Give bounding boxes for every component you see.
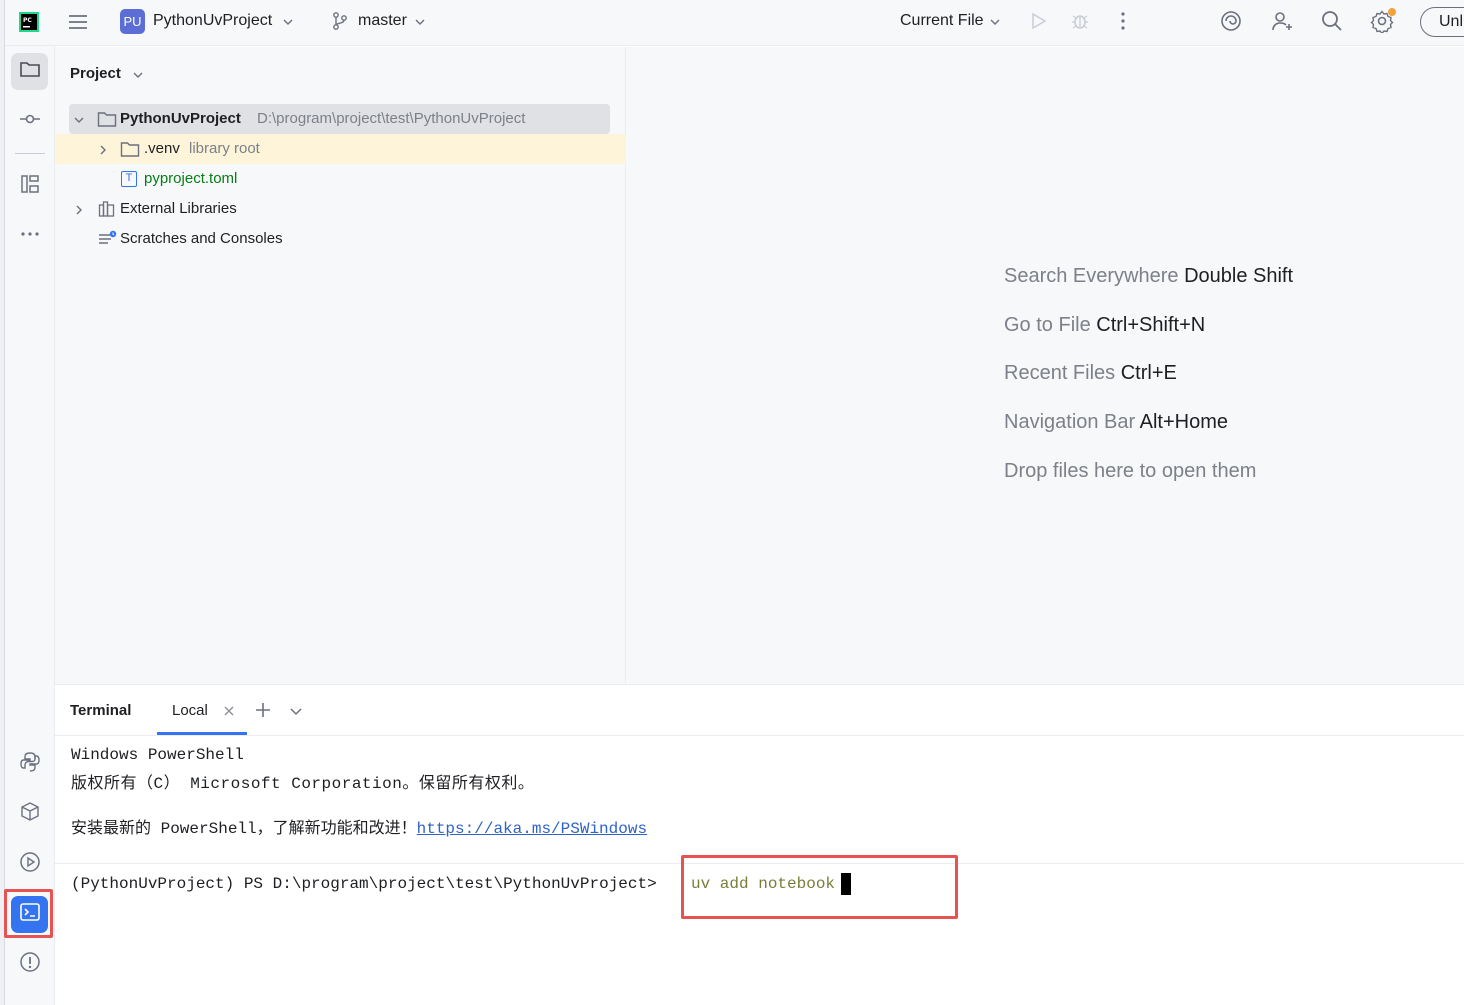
- project-badge: PU: [120, 9, 145, 34]
- close-tab-icon[interactable]: [223, 704, 235, 722]
- run-icon[interactable]: [1028, 11, 1048, 36]
- tree-item-project-root[interactable]: PythonUvProject D:\program\project\test\…: [55, 104, 626, 134]
- run-configuration-dropdown[interactable]: Current File: [900, 12, 984, 30]
- structure-icon: [19, 173, 41, 200]
- scratches-label: Scratches and Consoles: [120, 230, 283, 247]
- top-toolbar: PC PU PythonUvProject master Current Fil…: [0, 0, 1464, 46]
- terminal-line: 安装最新的 PowerShell，了解新功能和改进！: [71, 820, 417, 838]
- branch-dropdown[interactable]: master: [358, 12, 407, 30]
- scratches-icon: [98, 230, 118, 252]
- search-icon[interactable]: [1320, 9, 1344, 38]
- svg-text:PC: PC: [23, 17, 32, 24]
- chevron-down-icon[interactable]: [132, 68, 144, 86]
- folder-icon: [120, 140, 140, 162]
- play-circle-icon: [19, 851, 41, 878]
- tree-item-pyproject[interactable]: T pyproject.toml: [55, 164, 626, 194]
- venv-hint: library root: [189, 140, 260, 157]
- debug-icon[interactable]: [1070, 11, 1090, 36]
- terminal-line: 版权所有（C） Microsoft Corporation。保留所有权利。: [71, 775, 535, 793]
- ide-window: PC PU PythonUvProject master Current Fil…: [0, 0, 1464, 1005]
- terminal-line-with-link: 安装最新的 PowerShell，了解新功能和改进！https://aka.ms…: [71, 814, 647, 838]
- new-tab-plus-icon[interactable]: [254, 701, 272, 724]
- python-console-button[interactable]: [11, 746, 48, 783]
- hint-label: Recent Files: [1004, 362, 1116, 384]
- hint-go-to-file: Go to File Ctrl+Shift+N: [1004, 314, 1205, 337]
- unlock-button[interactable]: Unl: [1420, 7, 1464, 37]
- chevron-down-icon: [282, 15, 294, 33]
- project-panel: Project PythonUvProject D:\program\proje…: [55, 47, 626, 684]
- hint-shortcut: Ctrl+E: [1120, 362, 1177, 384]
- chevron-down-icon: [989, 15, 1001, 33]
- folder-icon: [97, 110, 117, 132]
- hint-recent-files: Recent Files Ctrl+E: [1004, 362, 1177, 385]
- hint-label: Drop files here to open them: [1004, 460, 1257, 482]
- terminal-tab-local[interactable]: Local: [157, 685, 247, 735]
- notification-dot: [1388, 8, 1396, 16]
- hint-shortcut: Alt+Home: [1139, 411, 1229, 433]
- hint-search-everywhere: Search Everywhere Double Shift: [1004, 265, 1293, 288]
- hint-shortcut: Ctrl+Shift+N: [1096, 314, 1206, 336]
- terminal-header-divider: [55, 735, 1464, 736]
- folder-icon: [19, 58, 41, 85]
- venv-name: .venv: [144, 140, 180, 157]
- add-user-icon[interactable]: [1270, 9, 1294, 38]
- external-libraries-label: External Libraries: [120, 200, 237, 217]
- tree-item-scratches[interactable]: Scratches and Consoles: [55, 224, 626, 254]
- chevron-down-icon[interactable]: [289, 704, 303, 723]
- python-icon: [19, 751, 41, 778]
- packages-icon: [19, 801, 41, 828]
- tree-item-venv[interactable]: .venv library root: [55, 134, 626, 164]
- editor-empty-state: Search Everywhere Double Shift Go to Fil…: [626, 47, 1464, 684]
- pyproject-name: pyproject.toml: [144, 170, 238, 187]
- structure-tool-button[interactable]: [11, 168, 48, 205]
- python-packages-button[interactable]: [11, 796, 48, 833]
- hint-shortcut: Double Shift: [1184, 265, 1294, 287]
- chevron-down-icon[interactable]: [73, 113, 85, 130]
- terminal-tab-label: Local: [172, 702, 208, 719]
- problems-tool-button[interactable]: [11, 946, 48, 983]
- powershell-link[interactable]: https://aka.ms/PSWindows: [417, 820, 647, 838]
- command-highlight-box: [681, 855, 958, 919]
- more-horizontal-icon: [19, 223, 41, 250]
- hint-label: Go to File: [1004, 314, 1091, 336]
- ai-assistant-icon[interactable]: [1219, 9, 1243, 38]
- tree-item-external-libraries[interactable]: External Libraries: [55, 194, 626, 224]
- toml-file-icon: T: [121, 171, 137, 187]
- main-menu-icon[interactable]: [66, 10, 90, 34]
- project-root-name: PythonUvProject: [120, 110, 241, 127]
- chevron-right-icon[interactable]: [97, 143, 109, 160]
- hint-label: Search Everywhere: [1004, 265, 1179, 287]
- hint-label: Navigation Bar: [1004, 411, 1136, 433]
- terminal-prompt: (PythonUvProject) PS D:\program\project\…: [71, 875, 657, 893]
- more-tools-button[interactable]: [11, 218, 48, 255]
- library-icon: [98, 200, 116, 222]
- hint-drop-files: Drop files here to open them: [1004, 460, 1256, 483]
- chevron-down-icon: [414, 15, 426, 33]
- terminal-button-highlight: [4, 889, 53, 938]
- toolbar-divider: [15, 153, 45, 154]
- chevron-right-icon[interactable]: [73, 203, 85, 220]
- commit-tool-button[interactable]: [11, 103, 48, 140]
- terminal-panel: Terminal Local Windows PowerShell 版权所有（C…: [55, 684, 1464, 1005]
- project-root-path: D:\program\project\test\PythonUvProject: [257, 110, 526, 127]
- terminal-title: Terminal: [70, 702, 132, 719]
- project-panel-title[interactable]: Project: [70, 65, 121, 82]
- hint-navigation-bar: Navigation Bar Alt+Home: [1004, 411, 1228, 434]
- terminal-line: Windows PowerShell: [71, 746, 244, 764]
- services-button[interactable]: [11, 846, 48, 883]
- project-name-dropdown[interactable]: PythonUvProject: [153, 12, 272, 30]
- warning-circle-icon: [19, 951, 41, 978]
- project-tool-button[interactable]: [11, 53, 48, 90]
- left-toolbar: [4, 46, 55, 1005]
- commit-icon: [19, 108, 41, 135]
- git-branch-icon: [331, 11, 349, 36]
- more-actions-icon[interactable]: [1113, 11, 1133, 36]
- pycharm-logo-icon[interactable]: PC: [19, 12, 39, 32]
